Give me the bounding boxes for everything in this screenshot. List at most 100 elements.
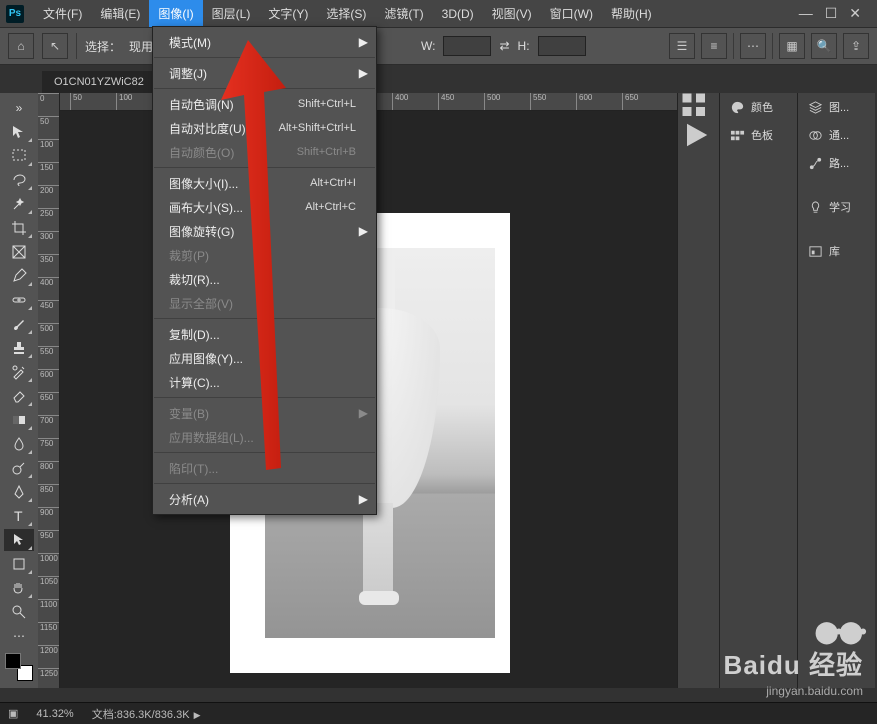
marquee-tool[interactable] bbox=[4, 145, 34, 167]
color-swatch[interactable] bbox=[5, 653, 33, 681]
menu-item[interactable]: 分析(A)▶ bbox=[153, 487, 376, 511]
arrange-icon[interactable]: ≡ bbox=[701, 33, 727, 59]
menu-item[interactable]: 裁切(R)... bbox=[153, 267, 376, 291]
menu-view[interactable]: 视图(V) bbox=[483, 0, 541, 27]
zoom-level[interactable]: 41.32% bbox=[36, 708, 73, 720]
minimize-icon[interactable]: — bbox=[799, 5, 813, 22]
document-tabs: O1CN01YZWiC82 灰色/8) * × bbox=[0, 65, 877, 93]
watermark-url: jingyan.baidu.com bbox=[724, 684, 863, 698]
status-bar: ▣ 41.32% 文档:836.3K/836.3K▶ bbox=[0, 702, 877, 724]
image-menu-dropdown: 模式(M)▶ 调整(J)▶ 自动色调(N)Shift+Ctrl+L自动对比度(U)A… bbox=[152, 26, 377, 515]
gradient-tool[interactable] bbox=[4, 409, 34, 431]
cursor-icon[interactable]: ↖ bbox=[42, 33, 68, 59]
menu-item[interactable]: 自动对比度(U)Alt+Shift+Ctrl+L bbox=[153, 116, 376, 140]
dodge-tool[interactable] bbox=[4, 457, 34, 479]
paw-icon: ⬤•⬤• bbox=[814, 619, 863, 644]
window-controls: — ☐ ✕ bbox=[799, 5, 877, 22]
channels-panel[interactable]: 通... bbox=[798, 121, 875, 149]
select-label: 选择： bbox=[85, 38, 121, 55]
doc-size[interactable]: 文档:836.3K/836.3K▶ bbox=[92, 706, 201, 722]
menu-item: 变量(B)▶ bbox=[153, 401, 376, 425]
search-icon[interactable]: 🔍 bbox=[811, 33, 837, 59]
menu-help[interactable]: 帮助(H) bbox=[602, 0, 661, 27]
app-logo: Ps bbox=[6, 5, 24, 23]
color-panel[interactable]: 颜色 bbox=[720, 93, 797, 121]
type-tool[interactable]: T bbox=[4, 505, 34, 527]
wand-tool[interactable] bbox=[4, 193, 34, 215]
libraries-panel[interactable]: 库 bbox=[798, 237, 875, 265]
collapse-icon[interactable]: » bbox=[4, 97, 34, 119]
options-bar: ⌂ ↖ 选择： 现用图 W: ⇄ H: ☰ ≡ ⋯ ▦ 🔍 ⇪ bbox=[0, 27, 877, 65]
learn-panel[interactable]: 学习 bbox=[798, 193, 875, 221]
hand-tool[interactable] bbox=[4, 577, 34, 599]
menu-item[interactable]: 自动色调(N)Shift+Ctrl+L bbox=[153, 92, 376, 116]
history-brush-tool[interactable] bbox=[4, 361, 34, 383]
crop-tool[interactable] bbox=[4, 217, 34, 239]
menu-item[interactable]: 计算(C)... bbox=[153, 370, 376, 394]
height-input[interactable] bbox=[538, 36, 586, 56]
menu-select[interactable]: 选择(S) bbox=[317, 0, 375, 27]
watermark-brand: Baidu 经验 bbox=[724, 645, 863, 682]
menu-bar: Ps 文件(F) 编辑(E) 图像(I) 图层(L) 文字(Y) 选择(S) 滤… bbox=[0, 0, 877, 27]
path-select-tool[interactable] bbox=[4, 529, 34, 551]
home-icon[interactable]: ⌂ bbox=[8, 33, 34, 59]
pen-tool[interactable] bbox=[4, 481, 34, 503]
align-icon[interactable]: ☰ bbox=[669, 33, 695, 59]
menu-item[interactable]: 模式(M)▶ bbox=[153, 30, 376, 54]
menu-item: 显示全部(V) bbox=[153, 291, 376, 315]
svg-text:T: T bbox=[14, 508, 23, 524]
panel-col-2: 颜色 色板 bbox=[719, 93, 797, 688]
paths-panel[interactable]: 路... bbox=[798, 149, 875, 177]
menu-item: 裁剪(P) bbox=[153, 243, 376, 267]
width-input[interactable] bbox=[443, 36, 491, 56]
heal-tool[interactable] bbox=[4, 289, 34, 311]
menu-3d[interactable]: 3D(D) bbox=[433, 2, 483, 26]
lasso-tool[interactable] bbox=[4, 169, 34, 191]
menu-item[interactable]: 调整(J)▶ bbox=[153, 61, 376, 85]
h-label: H: bbox=[518, 39, 530, 53]
layers-panel[interactable]: 图... bbox=[798, 93, 875, 121]
frame-tool[interactable] bbox=[4, 241, 34, 263]
panel-col-1 bbox=[677, 93, 719, 688]
status-icon[interactable]: ▣ bbox=[8, 707, 18, 720]
link-icon[interactable]: ⇄ bbox=[499, 39, 509, 53]
menu-window[interactable]: 窗口(W) bbox=[541, 0, 602, 27]
menu-item[interactable]: 复制(D)... bbox=[153, 322, 376, 346]
eyedropper-tool[interactable] bbox=[4, 265, 34, 287]
menu-item: 自动颜色(O)Shift+Ctrl+B bbox=[153, 140, 376, 164]
menu-edit[interactable]: 编辑(E) bbox=[91, 0, 149, 27]
brush-tool[interactable] bbox=[4, 313, 34, 335]
maximize-icon[interactable]: ☐ bbox=[825, 5, 838, 22]
ruler-vertical: 0501001502002503003504004505005506006507… bbox=[38, 93, 60, 688]
menu-type[interactable]: 文字(Y) bbox=[259, 0, 317, 27]
menu-item[interactable]: 应用图像(Y)... bbox=[153, 346, 376, 370]
menu-file[interactable]: 文件(F) bbox=[34, 0, 91, 27]
shape-tool[interactable] bbox=[4, 553, 34, 575]
zoom-tool[interactable] bbox=[4, 601, 34, 623]
close-icon[interactable]: ✕ bbox=[849, 5, 861, 22]
menu-item[interactable]: 画布大小(S)...Alt+Ctrl+C bbox=[153, 195, 376, 219]
menu-item[interactable]: 图像旋转(G)▶ bbox=[153, 219, 376, 243]
edit-toolbar-icon[interactable]: ⋯ bbox=[4, 625, 34, 647]
watermark: ⬤•⬤• Baidu 经验 jingyan.baidu.com bbox=[724, 619, 863, 698]
blur-tool[interactable] bbox=[4, 433, 34, 455]
move-tool[interactable] bbox=[4, 121, 34, 143]
menu-layer[interactable]: 图层(L) bbox=[203, 0, 260, 27]
more-icon[interactable]: ⋯ bbox=[740, 33, 766, 59]
menu-filter[interactable]: 滤镜(T) bbox=[375, 0, 432, 27]
menu-item[interactable]: 图像大小(I)...Alt+Ctrl+I bbox=[153, 171, 376, 195]
share-icon[interactable]: ⇪ bbox=[843, 33, 869, 59]
w-label: W: bbox=[421, 39, 435, 53]
actions-panel-icon[interactable] bbox=[678, 121, 714, 149]
eraser-tool[interactable] bbox=[4, 385, 34, 407]
panel-dock: 颜色 色板 图... 通... 路... 学习 库 bbox=[677, 93, 877, 688]
tab-label: O1CN01YZWiC82 bbox=[54, 76, 144, 88]
stamp-tool[interactable] bbox=[4, 337, 34, 359]
workspace-icon[interactable]: ▦ bbox=[779, 33, 805, 59]
menu-image[interactable]: 图像(I) bbox=[149, 0, 202, 27]
document-tab[interactable]: O1CN01YZWiC82 bbox=[42, 71, 156, 93]
menu-item: 应用数据组(L)... bbox=[153, 425, 376, 449]
menu-item: 陷印(T)... bbox=[153, 456, 376, 480]
panel-col-3: 图... 通... 路... 学习 库 bbox=[797, 93, 875, 688]
swatches-panel[interactable]: 色板 bbox=[720, 121, 797, 149]
